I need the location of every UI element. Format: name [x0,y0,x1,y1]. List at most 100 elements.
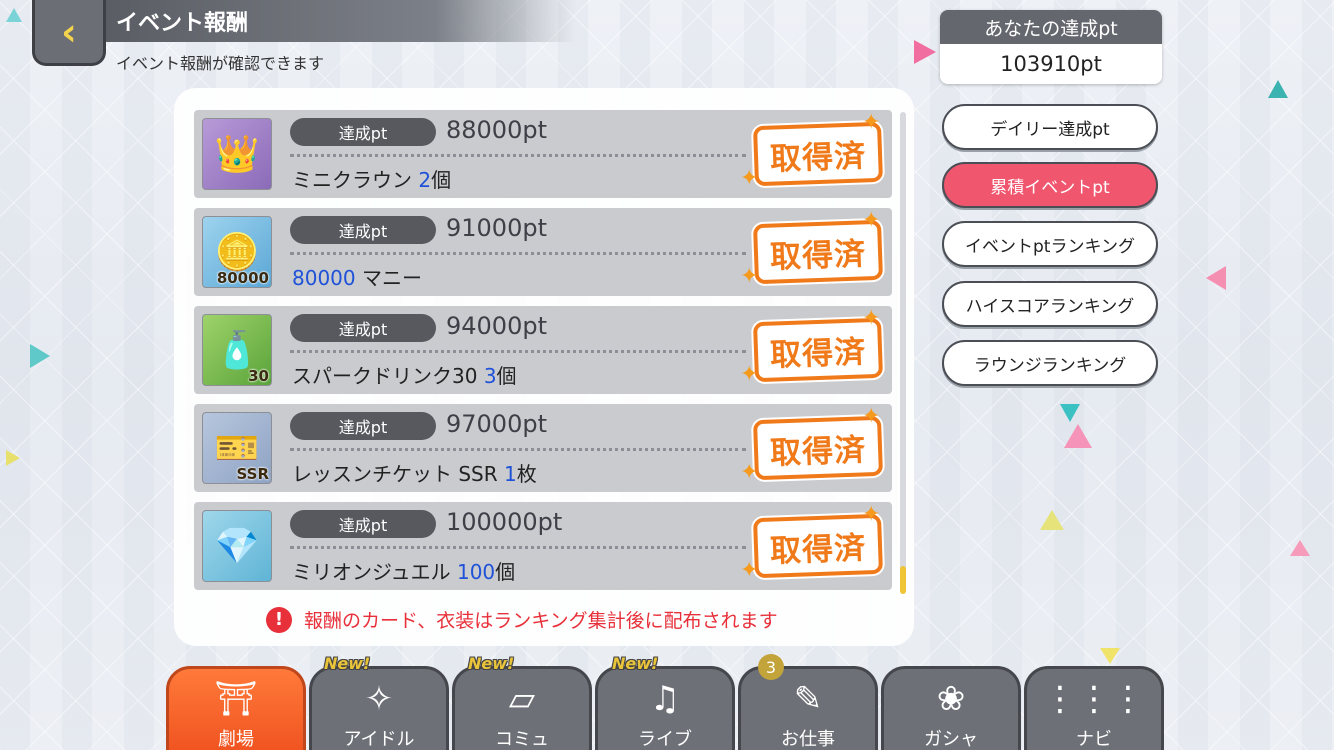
drink-icon: 🧴 30 [202,314,272,386]
notice-text: 報酬のカード、衣装はランキング集計後に配布されます [304,610,778,632]
pt-label: 達成pt [290,216,436,244]
pt-label: 達成pt [290,118,436,146]
achievement-pt-box: あなたの達成pt 103910pt [940,10,1162,84]
scrollbar-thumb[interactable] [900,566,906,594]
idol-icon: ✧ [364,679,394,719]
icon-quantity: SSR [236,465,269,483]
work-count-badge: 3 [758,654,784,680]
pt-label: 達成pt [290,412,436,440]
new-badge: New! [612,654,659,673]
confetti-triangle [1060,404,1080,422]
page-title: イベント報酬 [116,11,249,36]
nav-tab-commu[interactable]: ▱ コミュ [452,666,592,750]
reward-row: 💎 達成pt 100000pt ミリオンジュエル 100個 取得済 ✦ ✦ [194,502,892,590]
menu-grid-icon: ⋮⋮⋮ [1043,679,1145,719]
daily-achievement-button[interactable]: デイリー達成pt [942,104,1158,150]
new-badge: New! [468,654,515,673]
live-icon: ♫ [649,679,681,719]
nav-label: ライブ [638,729,692,750]
reward-text: ミリオンジュエル 100個 [292,556,515,585]
reward-unit: 枚 [516,462,537,486]
confetti-triangle [1040,510,1064,530]
new-badge: New! [324,654,371,673]
work-icon: ✎ [793,679,823,719]
icon-quantity: 80000 [216,269,269,287]
warning-icon: ! [266,606,292,633]
dotted-divider [290,350,746,353]
confetti-triangle [914,40,936,64]
highscore-ranking-button[interactable]: ハイスコアランキング [942,281,1158,327]
reward-name: スパークドリンク30 [292,364,484,388]
reward-name: マニー [355,266,422,290]
nav-tab-navi[interactable]: ⋮⋮⋮ ナビ [1024,666,1164,750]
confetti-triangle [1100,648,1120,664]
reward-quantity: 3 [483,364,497,388]
nav-tab-live[interactable]: ♫ ライブ [595,666,735,750]
nav-tab-work[interactable]: ✎ お仕事 [738,666,878,750]
dotted-divider [290,154,746,157]
nav-label: ガシャ [924,729,978,750]
nav-tab-idol[interactable]: ✧ アイドル [309,666,449,750]
scrollbar-track[interactable] [900,112,906,592]
reward-quantity: 80000 [292,266,356,290]
pt-value: 88000pt [446,116,547,144]
reward-unit: 個 [496,364,517,388]
nav-label: 劇場 [218,729,254,750]
ticket-icon: 🎫 SSR [202,412,272,484]
nav-label: お仕事 [781,729,835,750]
page-subtitle: イベント報酬が確認できます [116,54,325,73]
confetti-triangle [1268,80,1288,98]
commu-icon: ▱ [508,679,536,719]
confetti-triangle [1206,266,1226,290]
sparkle-icon: ✦ [862,208,881,233]
cumulative-event-pt-button[interactable]: 累積イベントpt [942,162,1158,208]
reward-unit: 個 [495,560,516,584]
sparkle-icon: ✦ [740,558,759,583]
lounge-ranking-button[interactable]: ラウンジランキング [942,340,1158,386]
reward-row: 👑 達成pt 88000pt ミニクラウン 2個 取得済 ✦ ✦ [194,110,892,198]
sparkle-icon: ✦ [740,460,759,485]
reward-quantity: 100 [456,560,496,584]
reward-text: スパークドリンク30 3個 [292,360,517,389]
nav-tab-theater[interactable]: ⛩ 劇場 [166,666,306,750]
reward-text: 80000 マニー [292,262,422,291]
sparkle-icon: ✦ [862,306,881,331]
icon-quantity: 30 [248,367,269,385]
jewel-icon: 💎 [202,510,272,582]
nav-tab-gacha[interactable]: ❀ ガシャ [881,666,1021,750]
achievement-pt-label: あなたの達成pt [940,10,1162,44]
sparkle-icon: ✦ [740,362,759,387]
reward-name: ミニクラウン [292,168,419,192]
reward-unit: 個 [431,168,452,192]
dotted-divider [290,546,746,549]
reward-text: レッスンチケット SSR 1枚 [292,458,537,487]
nav-label: ナビ [1076,729,1112,750]
reward-row: 🧴 30 達成pt 94000pt スパークドリンク30 3個 取得済 ✦ ✦ [194,306,892,394]
distribution-notice: ! 報酬のカード、衣装はランキング集計後に配布されます [266,606,778,633]
crown-icon: 👑 [202,118,272,190]
confetti-triangle [1290,540,1310,556]
chevron-left-icon: ‹ [61,9,77,54]
reward-quantity: 1 [504,462,517,486]
back-button[interactable]: ‹ [32,0,106,66]
sparkle-icon: ✦ [740,166,759,191]
nav-label: コミュ [495,729,549,750]
reward-row: 🎫 SSR 達成pt 97000pt レッスンチケット SSR 1枚 取得済 ✦ … [194,404,892,492]
reward-quantity: 2 [418,168,432,192]
confetti-triangle [30,344,50,368]
dotted-divider [290,252,746,255]
pt-label: 達成pt [290,510,436,538]
sparkle-icon: ✦ [862,502,881,527]
sparkle-icon: ✦ [862,404,881,429]
event-pt-ranking-button[interactable]: イベントptランキング [942,221,1158,267]
achievement-pt-value: 103910pt [940,44,1162,84]
pt-value: 100000pt [446,508,563,536]
nav-label: アイドル [343,729,415,750]
pt-value: 91000pt [446,214,547,242]
pt-value: 97000pt [446,410,547,438]
sparkle-icon: ✦ [862,110,881,135]
confetti-triangle [6,450,20,466]
confetti-triangle [1064,424,1092,448]
reward-name: レッスンチケット SSR [292,462,505,486]
pt-label: 達成pt [290,314,436,342]
